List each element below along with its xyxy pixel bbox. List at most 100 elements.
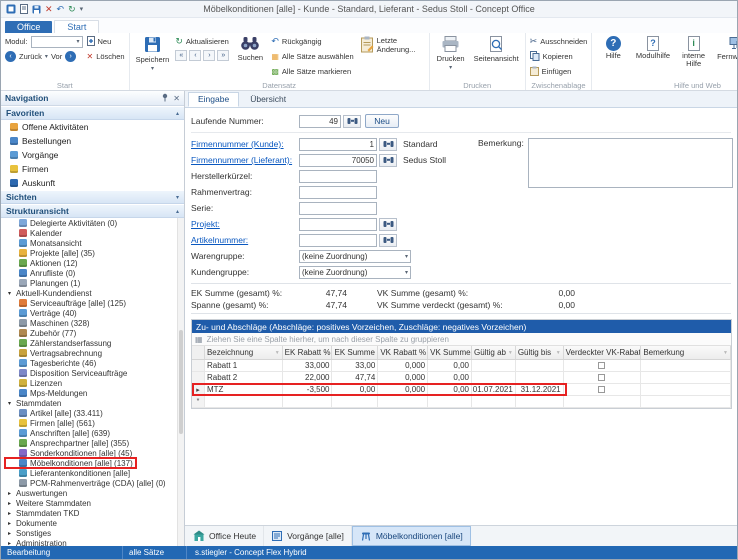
drucken-button[interactable]: Drucken ▾ (434, 35, 468, 72)
tab-uebersicht[interactable]: Übersicht (240, 92, 296, 107)
sidebar-item-vorgaenge[interactable]: Vorgänge (1, 148, 184, 162)
cell[interactable]: 0,00 (428, 384, 472, 395)
tab-eingabe[interactable]: Eingabe (188, 92, 239, 107)
tree-item[interactable]: Anschriften [alle] (639) (1, 428, 177, 438)
expand-icon[interactable]: ▸ (6, 490, 13, 497)
table-row[interactable]: * (192, 396, 731, 408)
lookup-button[interactable] (343, 115, 361, 128)
qat-delete-icon[interactable]: ✕ (45, 5, 53, 14)
column-header[interactable]: EK Rabatt %▼ (283, 346, 333, 359)
kopieren-button[interactable]: Kopieren (530, 50, 588, 63)
cell[interactable] (332, 396, 378, 407)
cell[interactable]: 22,000 (283, 372, 333, 383)
lookup-button[interactable] (379, 154, 397, 167)
column-header[interactable]: Bezeichnung▼ (205, 346, 283, 359)
tree-item[interactable]: Projekte [alle] (35) (1, 248, 177, 258)
tab-start[interactable]: Start (54, 20, 99, 33)
alle-saetze-auswaehlen-button[interactable]: ▦ Alle Sätze auswählen (271, 50, 353, 63)
tree-item[interactable]: Tagesberichte (46) (1, 358, 177, 368)
tree-item[interactable]: Vertragsabrechnung (1, 348, 177, 358)
column-header[interactable]: VK Summe▼ (428, 346, 472, 359)
cell-verdeckter-vk-rabatt[interactable] (564, 372, 642, 383)
table-row[interactable]: Rabatt 133,00033,000,0000,00 (192, 360, 731, 372)
bemerkung-input[interactable] (528, 138, 733, 188)
lookup-button[interactable] (379, 218, 397, 231)
warengruppe-select[interactable]: (keine Zuordnung)▾ (299, 250, 411, 263)
cell-verdeckter-vk-rabatt[interactable] (564, 384, 642, 395)
tree-item[interactable]: Zubehör (77) (1, 328, 177, 338)
cell[interactable] (516, 396, 564, 407)
cell[interactable]: 31.12.2021 (516, 384, 564, 395)
cell[interactable] (283, 396, 333, 407)
lookup-button[interactable] (379, 234, 397, 247)
prev-record-icon[interactable]: ‹ (189, 50, 201, 61)
tree-item[interactable]: Disposition Serviceaufträge (1, 368, 177, 378)
tree-item[interactable]: ▸Administration (1, 538, 177, 546)
column-header[interactable]: EK Summe▼ (332, 346, 378, 359)
cell[interactable]: 01.07.2021 (472, 384, 516, 395)
lookup-button[interactable] (379, 138, 397, 151)
cell-bemerkung[interactable] (641, 372, 731, 383)
tree-item[interactable]: ▾Stammdaten (1, 398, 177, 408)
section-sichten[interactable]: Sichten ▾ (1, 190, 184, 204)
checkbox-icon[interactable] (598, 374, 605, 381)
speichern-button[interactable]: Speichern ▾ (134, 35, 172, 73)
field-link-label[interactable]: Projekt: (191, 219, 299, 229)
back-label[interactable]: Zurück (19, 52, 42, 61)
pin-icon[interactable] (161, 93, 169, 104)
section-strukturansicht[interactable]: Strukturansicht ▴ (1, 204, 184, 218)
field-link-label[interactable]: Firmennummer (Kunde): (191, 139, 299, 149)
back-icon[interactable]: ‹ (5, 51, 16, 62)
hilfe-button[interactable]: ? Hilfe (596, 35, 630, 61)
tree-item[interactable]: ▸Weitere Stammdaten (1, 498, 177, 508)
artikelnummer-input[interactable] (299, 234, 377, 247)
fernwartung-button[interactable]: Fernwartung (716, 35, 737, 63)
laufende-nummer-input[interactable]: 49 (299, 115, 341, 128)
rueckgaengig-button[interactable]: ↶ Rückgängig (271, 35, 353, 48)
chevron-down-icon[interactable]: ▾ (45, 53, 48, 60)
expand-icon[interactable]: ▸ (6, 500, 13, 507)
column-header[interactable]: Verdeckter VK-Rabatt▼ (564, 346, 642, 359)
field-link-label[interactable]: Artikelnummer: (191, 235, 299, 245)
tree-scrollbar[interactable] (177, 218, 184, 546)
letzte-aenderung-button[interactable]: Letzte Änderung... (358, 35, 425, 56)
sidebar-item-auskunft[interactable]: Auskunft (1, 176, 184, 190)
qat-dropdown-icon[interactable]: ▾ (80, 6, 84, 13)
cell-verdeckter-vk-rabatt[interactable] (564, 360, 642, 371)
checkbox-icon[interactable] (598, 362, 605, 369)
cell[interactable] (428, 396, 472, 407)
column-header[interactable]: Bemerkung▼ (641, 346, 731, 359)
cell[interactable] (472, 396, 516, 407)
bottom-tab-vorgaenge[interactable]: Vorgänge [alle] (264, 526, 352, 546)
cell[interactable]: 0,000 (378, 384, 428, 395)
suchen-button[interactable]: Suchen (233, 35, 267, 64)
cell[interactable]: -3,500 (283, 384, 333, 395)
column-chooser-icon[interactable]: ▦ (195, 335, 203, 344)
cell[interactable]: 33,000 (283, 360, 333, 371)
sidebar-item-offene-aktivitaeten[interactable]: Offene Aktivitäten (1, 120, 184, 134)
sidebar-item-bestellungen[interactable]: Bestellungen (1, 134, 184, 148)
tree-item[interactable]: Mps-Meldungen (1, 388, 177, 398)
expand-icon[interactable]: ▸ (6, 530, 13, 537)
cell[interactable] (516, 360, 564, 371)
cell[interactable]: 0,000 (378, 360, 428, 371)
tree-item[interactable]: ▸Dokumente (1, 518, 177, 528)
loeschen-button[interactable]: ✕ Löschen (87, 50, 125, 63)
cell-bemerkung[interactable] (641, 384, 731, 395)
tree-item[interactable]: ▸Sonstiges (1, 528, 177, 538)
qat-refresh-icon[interactable]: ↻ (68, 5, 76, 14)
tree-item[interactable]: Aktionen (12) (1, 258, 177, 268)
firmennummer-lieferant-input[interactable]: 70050 (299, 154, 377, 167)
section-favoriten[interactable]: Favoriten ▴ (1, 106, 184, 120)
cell-bemerkung[interactable] (641, 396, 731, 407)
tree-item[interactable]: Maschinen (328) (1, 318, 177, 328)
cell[interactable] (472, 360, 516, 371)
tree-item[interactable]: Planungen (1) (1, 278, 177, 288)
tree-item[interactable]: Serviceaufträge [alle] (125) (1, 298, 177, 308)
tree-item[interactable]: ▸Auswertungen (1, 488, 177, 498)
sidebar-item-firmen[interactable]: Firmen (1, 162, 184, 176)
projekt-input[interactable] (299, 218, 377, 231)
rahmenvertrag-input[interactable] (299, 186, 377, 199)
seitenansicht-button[interactable]: Seitenansicht (472, 35, 521, 65)
tree-item[interactable]: Sonderkonditionen [alle] (45) (1, 448, 177, 458)
